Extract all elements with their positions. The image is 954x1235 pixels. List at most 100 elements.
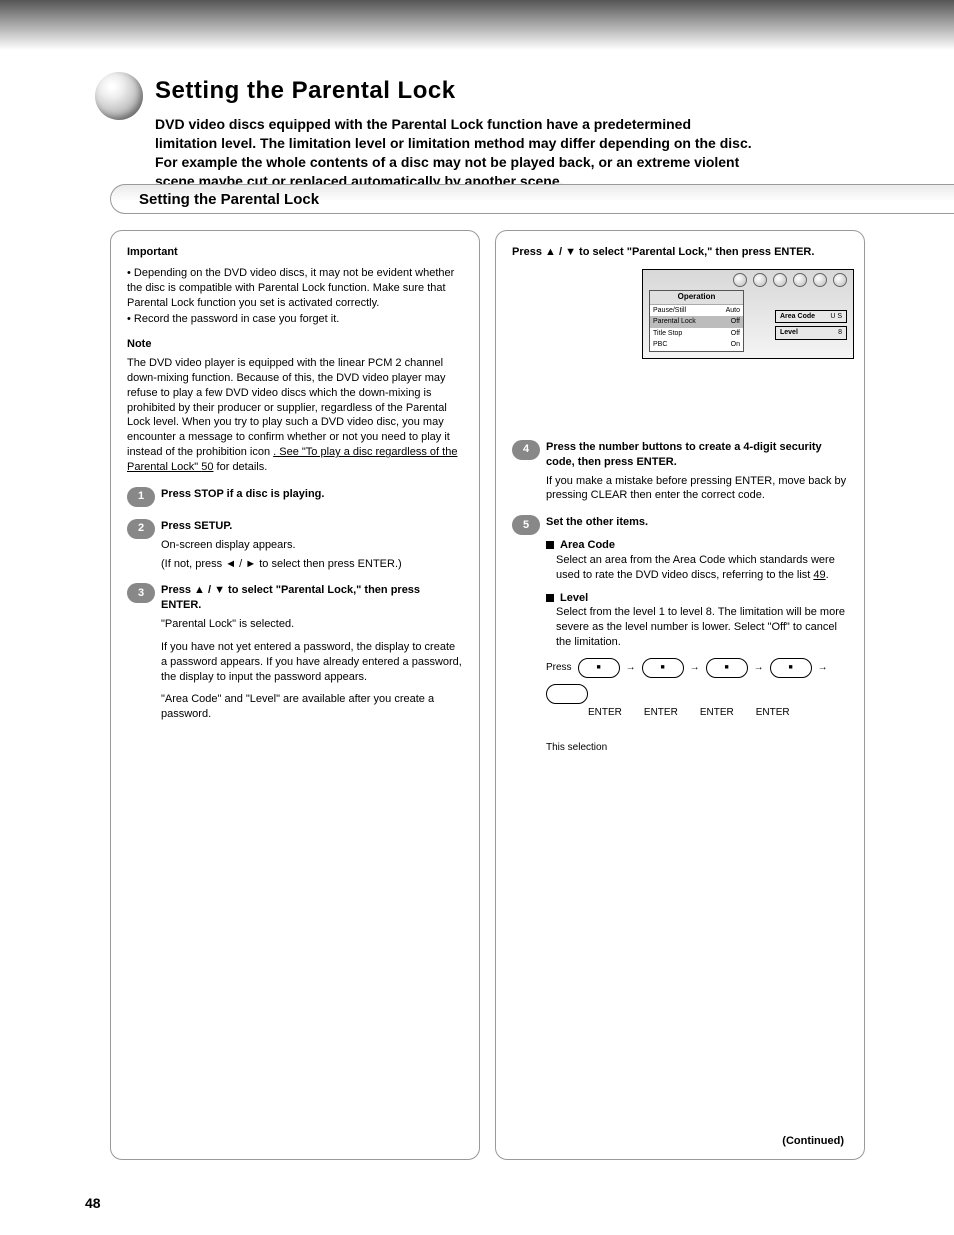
cap: ENTER — [756, 706, 790, 720]
t: Press — [161, 584, 194, 596]
header-gradient — [0, 0, 954, 50]
t: Title Stop — [653, 329, 682, 338]
area-code-label: Area Code — [560, 539, 615, 551]
osd-icon — [833, 273, 847, 287]
osd-menu-header: Operation — [650, 291, 743, 305]
seq-enter-bubble: ■ — [642, 658, 684, 678]
updown-icons: ▲ / ▼ — [194, 584, 225, 596]
t: PBC — [653, 340, 667, 349]
continued-label: (Continued) — [782, 1134, 844, 1149]
osd-row: Pause/Still Auto — [650, 305, 743, 316]
updown-icons: ▲ / ▼ — [545, 246, 576, 258]
t: Off — [731, 317, 740, 326]
step-1-title: Press STOP if a disc is playing. — [161, 487, 463, 502]
osd-area-code: Area Code U S — [775, 310, 847, 323]
step-number: 3 — [127, 583, 155, 603]
osd-side-values: Area Code U S Level 8 — [775, 310, 847, 352]
t: On — [731, 340, 740, 349]
arrow-icon: → — [626, 661, 636, 675]
level-label: Level — [560, 592, 588, 604]
important-bullet: • Record the password in case you forget… — [127, 312, 463, 327]
important-bullet: • Depending on the DVD video discs, it m… — [127, 266, 463, 311]
intro-text: DVD video discs equipped with the Parent… — [155, 115, 752, 191]
t: Press — [512, 246, 545, 258]
seq-captions: ENTER ENTER ENTER ENTER This selection — [546, 706, 848, 755]
seq-enter-bubble: ■ — [578, 658, 620, 678]
t: 8 — [838, 328, 842, 337]
step-3: 3 Press ▲ / ▼ to select "Parental Lock,"… — [127, 583, 463, 722]
t: Pause/Still — [653, 306, 686, 315]
seq-press-label: Press — [546, 661, 572, 675]
step-number: 4 — [512, 440, 540, 460]
t: Off — [731, 329, 740, 338]
step-2-title: Press SETUP. — [161, 519, 463, 534]
t: Level — [780, 328, 798, 337]
decorative-sphere — [95, 72, 143, 120]
t: (If not, press — [161, 558, 225, 570]
step-3-body2b: "Area Code" and "Level" are available af… — [161, 692, 463, 722]
t: to select — [259, 558, 303, 570]
direction-icons: ◄ / ► — [225, 558, 256, 570]
section-title-bar: Setting the Parental Lock — [110, 184, 954, 214]
step-2-body: On-screen display appears. — [161, 538, 463, 553]
step-5-title: Set the other items. — [546, 515, 848, 530]
step-3-title: Press ▲ / ▼ to select "Parental Lock," t… — [161, 583, 463, 613]
square-bullet-icon — [546, 594, 554, 602]
page-number: 48 — [85, 1195, 101, 1211]
osd-row: PBC On — [650, 339, 743, 350]
t: to select "Parental Lock," then press EN… — [579, 246, 814, 258]
t: Parental Lock — [653, 317, 696, 326]
page-title: Setting the Parental Lock — [155, 77, 456, 105]
step-4: 4 Press the number buttons to create a 4… — [512, 440, 848, 503]
step-1: 1 Press STOP if a disc is playing. — [127, 487, 463, 507]
step-2-body2: (If not, press ◄ / ► to select then pres… — [161, 557, 463, 572]
step-4-title: Press the number buttons to create a 4-d… — [546, 440, 848, 470]
step-3-body2a: If you have not yet entered a password, … — [161, 640, 463, 685]
onscreen-menu-screenshot: Operation Pause/Still Auto Parental Lock O… — [642, 269, 854, 359]
note-heading: Note — [127, 337, 463, 352]
cap: ENTER — [644, 706, 678, 720]
left-column: Important • Depending on the DVD video d… — [110, 230, 480, 1160]
area-code-body: Select an area from the Area Code which … — [556, 553, 848, 583]
t: Select an area from the Area Code which … — [556, 554, 835, 581]
seq-enter-bubble: ■ — [770, 658, 812, 678]
step-3-continued: Press ▲ / ▼ to select "Parental Lock," t… — [512, 245, 848, 260]
intro-line: DVD video discs equipped with the Parent… — [155, 116, 691, 132]
t: Area Code — [780, 312, 815, 321]
seq-enter-bubble: ■ — [706, 658, 748, 678]
t: then press ENTER.) — [303, 558, 401, 570]
intro-line: limitation level. The limitation level o… — [155, 135, 752, 151]
step-number: 2 — [127, 519, 155, 539]
osd-level: Level 8 — [775, 326, 847, 339]
step-number: 5 — [512, 515, 540, 535]
osd-icon — [753, 273, 767, 287]
button-sequence: Press ■ → ■ → ■ → ■ → — [546, 658, 848, 704]
arrow-icon: → — [690, 661, 700, 675]
osd-row: Title Stop Off — [650, 328, 743, 339]
osd-menu-list: Operation Pause/Still Auto Parental Lock O… — [649, 290, 744, 352]
seq-last-bubble — [546, 684, 588, 704]
level-item: Level — [546, 591, 848, 606]
arrow-icon: → — [754, 661, 764, 675]
level-body: Select from the level 1 to level 8. The … — [556, 605, 848, 650]
osd-icon — [813, 273, 827, 287]
osd-row-selected: Parental Lock Off — [650, 316, 743, 327]
osd-icon — [733, 273, 747, 287]
right-column: Press ▲ / ▼ to select "Parental Lock," t… — [495, 230, 865, 1160]
important-heading: Important — [127, 245, 463, 260]
osd-icon — [773, 273, 787, 287]
t: Auto — [726, 306, 740, 315]
note-tail: for details. — [217, 461, 268, 473]
area-code-item: Area Code — [546, 538, 848, 553]
note-body: The DVD video player is equipped with th… — [127, 357, 450, 458]
intro-line: For example the whole contents of a disc… — [155, 154, 739, 170]
step-number: 1 — [127, 487, 155, 507]
step-5: 5 Set the other items. Area Code Select … — [512, 515, 848, 755]
cap: ENTER — [700, 706, 734, 720]
note-text: The DVD video player is equipped with th… — [127, 356, 463, 475]
t: U S — [830, 312, 842, 321]
page-ref: 49 — [813, 569, 825, 581]
note-page-ref: 50 — [201, 461, 213, 473]
step-3-body1: "Parental Lock" is selected. — [161, 617, 463, 632]
cap: ENTER — [588, 706, 622, 720]
